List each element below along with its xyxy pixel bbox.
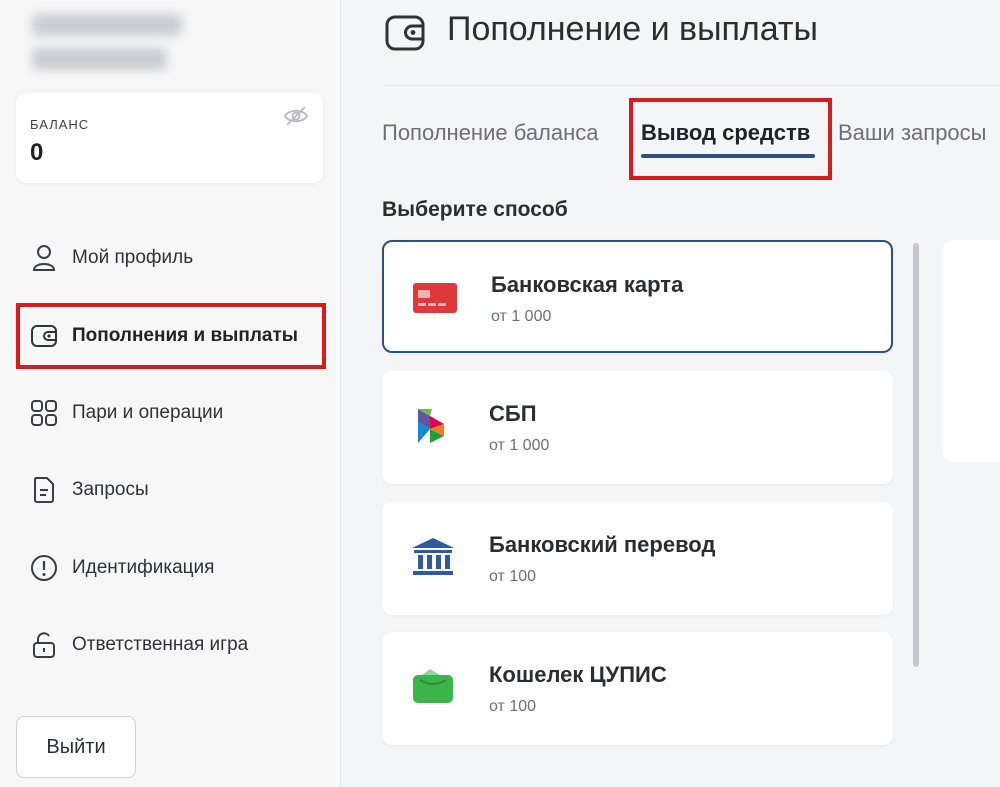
sbp-logo-icon	[418, 409, 444, 443]
scrollbar[interactable]	[913, 243, 919, 667]
method-bank-card[interactable]: Банковская карта от 1 000	[382, 240, 893, 353]
user-icon	[30, 244, 58, 272]
grid-icon	[30, 399, 58, 427]
user-id-blurred	[32, 48, 167, 70]
section-label: Выберите способ	[382, 198, 568, 221]
method-min-amount: от 100	[489, 568, 537, 585]
tab-deposit[interactable]: Пополнение баланса	[382, 120, 599, 146]
sidebar-item-identification[interactable]: Идентификация	[16, 536, 326, 600]
sidebar: БАЛАНС 0 Мой профиль Пополнения и выплат…	[0, 0, 341, 787]
lock-icon	[30, 631, 58, 659]
method-min-amount: от 100	[489, 698, 537, 715]
sidebar-item-label: Мой профиль	[72, 247, 194, 268]
balance-value: 0	[30, 139, 44, 166]
method-cupis-wallet[interactable]: Кошелек ЦУПИС от 100	[382, 632, 893, 745]
method-title: Банковский перевод	[489, 532, 716, 557]
divider	[384, 85, 1000, 86]
alert-circle-icon	[30, 554, 58, 582]
wallet-icon	[385, 15, 425, 51]
balance-card: БАЛАНС 0	[16, 93, 323, 183]
cupis-wallet-icon	[413, 669, 453, 703]
method-min-amount: от 1 000	[489, 437, 550, 454]
wallet-icon	[30, 322, 58, 350]
sidebar-item-label: Идентификация	[72, 557, 215, 578]
sidebar-item-label: Запросы	[72, 479, 149, 500]
sidebar-item-requests[interactable]: Запросы	[16, 458, 326, 522]
sidebar-item-label: Пополнения и выплаты	[72, 325, 299, 346]
sidebar-item-responsible-gaming[interactable]: Ответственная игра	[16, 613, 326, 677]
method-sbp[interactable]: СБП от 1 000	[382, 371, 893, 484]
bank-building-icon	[412, 538, 454, 575]
sidebar-item-label: Ответственная игра	[72, 634, 249, 655]
sidebar-item-bets[interactable]: Пари и операции	[16, 381, 326, 445]
sidebar-item-profile[interactable]: Мой профиль	[16, 226, 326, 290]
method-title: СБП	[489, 401, 537, 426]
method-title: Кошелек ЦУПИС	[489, 662, 667, 687]
method-title: Банковская карта	[491, 272, 684, 297]
document-icon	[30, 476, 58, 504]
balance-label: БАЛАНС	[30, 117, 90, 132]
method-bank-transfer[interactable]: Банковский перевод от 100	[382, 502, 893, 615]
details-panel	[943, 240, 1000, 462]
annotation-highlight	[629, 98, 832, 180]
page-title: Пополнение и выплаты	[447, 10, 818, 48]
tab-your-requests[interactable]: Ваши запросы	[838, 120, 986, 146]
sidebar-item-label: Пари и операции	[72, 402, 224, 423]
eye-off-icon[interactable]	[283, 105, 309, 127]
logout-button[interactable]: Выйти	[16, 716, 136, 778]
method-min-amount: от 1 000	[491, 308, 552, 325]
sidebar-item-payments[interactable]: Пополнения и выплаты	[16, 303, 326, 369]
user-name-blurred	[32, 14, 182, 36]
bank-card-icon	[413, 283, 457, 313]
